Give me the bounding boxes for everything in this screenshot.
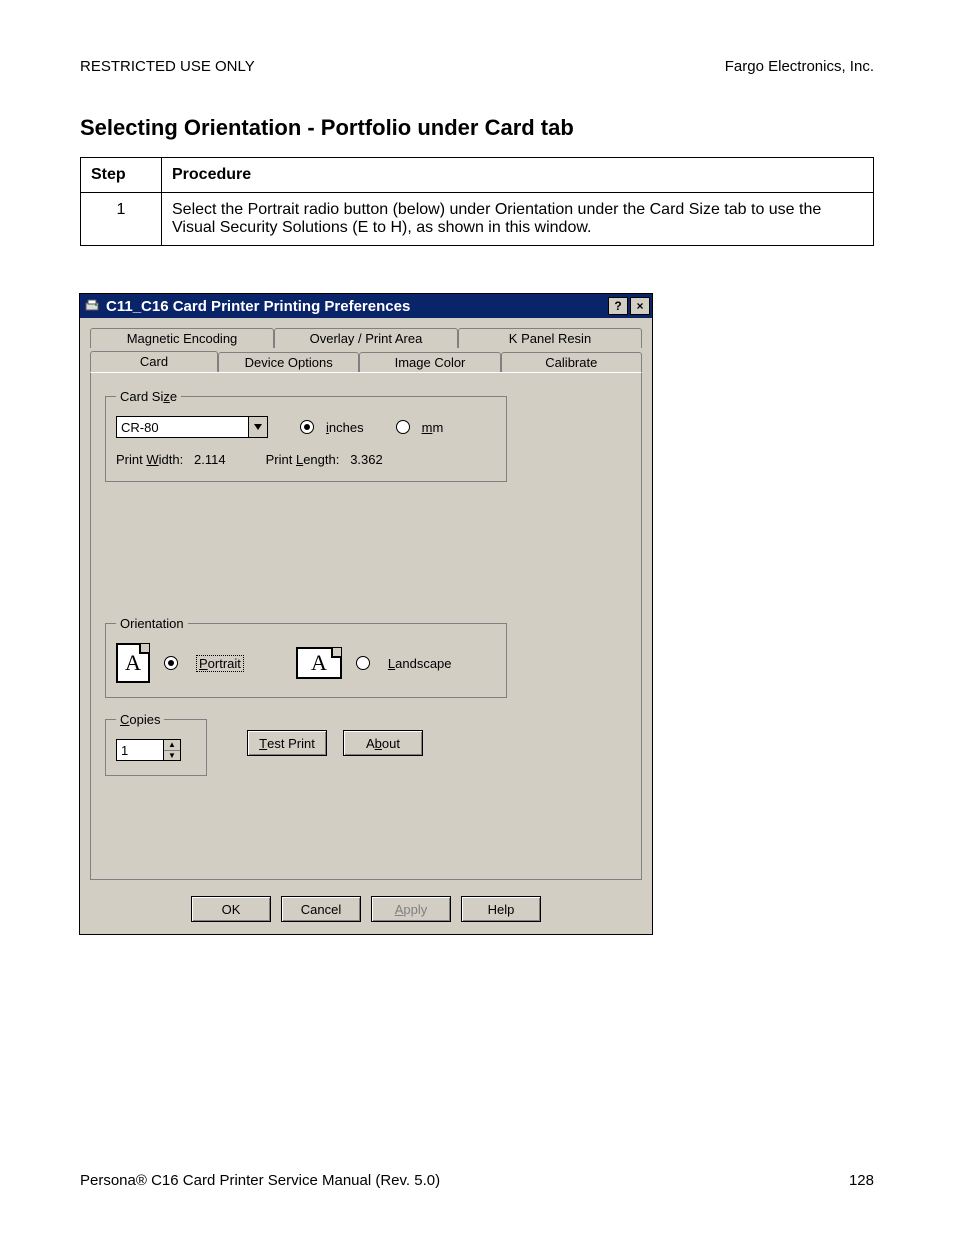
tab-k-panel-resin[interactable]: K Panel Resin	[458, 328, 642, 348]
help-button[interactable]: ?	[608, 297, 628, 315]
header-left: RESTRICTED USE ONLY	[80, 58, 255, 75]
radio-mm[interactable]	[396, 420, 410, 434]
radio-landscape[interactable]	[356, 656, 370, 670]
label-portrait: Portrait	[196, 655, 244, 672]
spin-down-icon[interactable]: ▼	[164, 751, 180, 761]
printer-icon	[84, 298, 100, 314]
card-size-select[interactable]: CR-80	[116, 416, 268, 438]
landscape-icon: A	[296, 647, 342, 679]
radio-portrait[interactable]	[164, 656, 178, 670]
tab-magnetic-encoding[interactable]: Magnetic Encoding	[90, 328, 274, 348]
portrait-icon: A	[116, 643, 150, 683]
table-row: 1 Select the Portrait radio button (belo…	[81, 193, 874, 246]
help-button-footer[interactable]: Help	[461, 896, 541, 922]
footer-left: Persona® C16 Card Printer Service Manual…	[80, 1172, 440, 1189]
label-landscape: Landscape	[388, 656, 452, 671]
test-print-button[interactable]: Test Print	[247, 730, 327, 756]
tab-device-options[interactable]: Device Options	[218, 352, 359, 372]
copies-legend: Copies	[116, 712, 164, 727]
step-text: Select the Portrait radio button (below)…	[162, 193, 874, 246]
orientation-group: Orientation A Portrait A Landscape	[105, 616, 507, 698]
printing-preferences-dialog: C11_C16 Card Printer Printing Preference…	[80, 294, 652, 934]
dialog-title: C11_C16 Card Printer Printing Preference…	[106, 298, 410, 315]
spin-up-icon[interactable]: ▲	[164, 740, 180, 751]
close-button[interactable]: ×	[630, 297, 650, 315]
page-title: Selecting Orientation - Portfolio under …	[80, 115, 874, 141]
footer-page-number: 128	[849, 1172, 874, 1189]
print-length-value: 3.362	[350, 452, 383, 467]
copies-input[interactable]	[116, 739, 164, 761]
copies-spinner[interactable]: ▲ ▼	[116, 739, 172, 761]
about-button[interactable]: About	[343, 730, 423, 756]
print-length: Print Length: 3.362	[266, 452, 383, 467]
col-procedure: Procedure	[162, 158, 874, 193]
cancel-button[interactable]: Cancel	[281, 896, 361, 922]
col-step: Step	[81, 158, 162, 193]
procedure-table: Step Procedure 1 Select the Portrait rad…	[80, 157, 874, 246]
tab-calibrate[interactable]: Calibrate	[501, 352, 642, 372]
tab-overlay-print-area[interactable]: Overlay / Print Area	[274, 328, 458, 348]
print-width-value: 2.114	[194, 452, 226, 467]
tab-panel-card: Card Size CR-80 inches mm	[90, 372, 642, 880]
card-size-value: CR-80	[117, 420, 248, 435]
card-size-group: Card Size CR-80 inches mm	[105, 389, 507, 482]
print-width: Print Width: 2.114	[116, 452, 226, 467]
radio-inches[interactable]	[300, 420, 314, 434]
apply-button[interactable]: Apply	[371, 896, 451, 922]
label-mm: mm	[422, 420, 444, 435]
label-inches: inches	[326, 420, 364, 435]
orientation-legend: Orientation	[116, 616, 188, 631]
titlebar[interactable]: C11_C16 Card Printer Printing Preference…	[80, 294, 652, 318]
tab-image-color[interactable]: Image Color	[359, 352, 500, 372]
ok-button[interactable]: OK	[191, 896, 271, 922]
dropdown-arrow-icon[interactable]	[248, 417, 267, 437]
card-size-legend: Card Size	[116, 389, 181, 404]
step-number: 1	[81, 193, 162, 246]
copies-group: Copies ▲ ▼	[105, 712, 207, 776]
tab-card[interactable]: Card	[90, 351, 218, 372]
header-right: Fargo Electronics, Inc.	[725, 58, 874, 75]
